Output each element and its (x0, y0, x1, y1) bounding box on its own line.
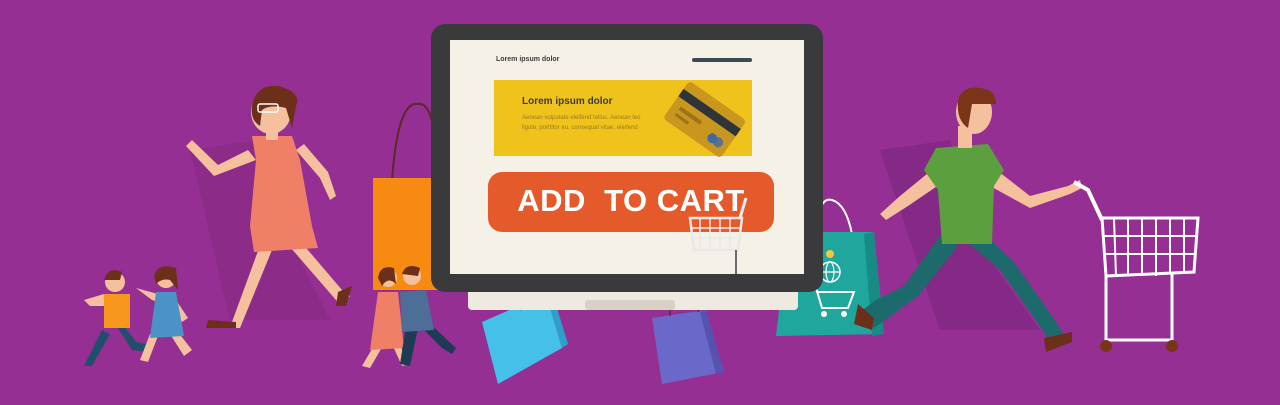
running-children (84, 266, 192, 366)
menu-bar (692, 58, 752, 62)
screen-title: Lorem ipsum dolor (496, 56, 560, 63)
monitor-stand (585, 300, 675, 310)
promo-text: Aenean vulputate eleifend tellus. Aenean… (522, 115, 641, 131)
screen-cart-icon (688, 197, 748, 274)
promo-banner: Lorem ipsum dolor Aenean vulputate eleif… (494, 80, 752, 157)
hero-illustration: Lorem ipsum dolor Lorem ipsum dolor Aene… (0, 0, 1280, 405)
promo-heading: Lorem ipsum dolor (522, 96, 613, 107)
monitor-screen: Lorem ipsum dolor Lorem ipsum dolor Aene… (450, 40, 804, 274)
credit-card-icon (664, 82, 746, 157)
shopping-cart-icon (1073, 180, 1200, 352)
